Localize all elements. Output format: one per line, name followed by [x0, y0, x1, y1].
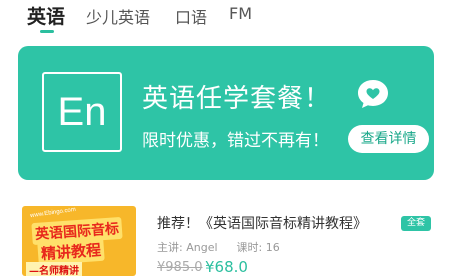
lessons-count: 16: [265, 241, 280, 254]
tab-kids-english[interactable]: 少儿英语: [86, 4, 150, 28]
tab-speaking[interactable]: 口语: [175, 4, 207, 28]
active-tab-indicator: [40, 30, 54, 33]
en-logo: En: [42, 72, 122, 152]
banner-subtitle: 限时优惠，错过不再有！: [142, 131, 329, 151]
view-details-button[interactable]: 查看详情: [348, 125, 429, 153]
course-meta: 主讲: Angel 课时: 16: [157, 239, 280, 255]
teacher-label: 主讲:: [157, 241, 183, 254]
original-price: ¥985.0: [157, 260, 203, 275]
full-set-badge: 全套: [401, 216, 431, 231]
teacher-name: Angel: [186, 241, 218, 254]
lessons-label: 课时:: [236, 241, 263, 254]
tab-english[interactable]: 英语: [27, 2, 65, 29]
course-thumbnail[interactable]: www.Ebingo.com 英语国际音标 精讲教程 —名师精讲: [22, 206, 136, 276]
promo-banner[interactable]: En 英语任学套餐！ 限时优惠，错过不再有！ 查看详情: [18, 46, 434, 180]
course-title[interactable]: 推荐！《英语国际音标精讲教程》: [157, 213, 367, 233]
tab-fm[interactable]: FM: [229, 4, 252, 23]
thumbnail-tagline: —名师精讲: [26, 262, 82, 276]
category-tabs: 英语 少儿英语 口语 FM: [0, 0, 450, 40]
sale-price: ¥68.0: [205, 258, 248, 276]
chat-heart-icon: [358, 80, 388, 108]
thumbnail-domain: www.Ebingo.com: [29, 206, 77, 220]
en-logo-text: En: [57, 90, 107, 134]
banner-title: 英语任学套餐！: [142, 84, 332, 114]
course-card[interactable]: www.Ebingo.com 英语国际音标 精讲教程 —名师精讲 推荐！《英语国…: [0, 196, 450, 280]
